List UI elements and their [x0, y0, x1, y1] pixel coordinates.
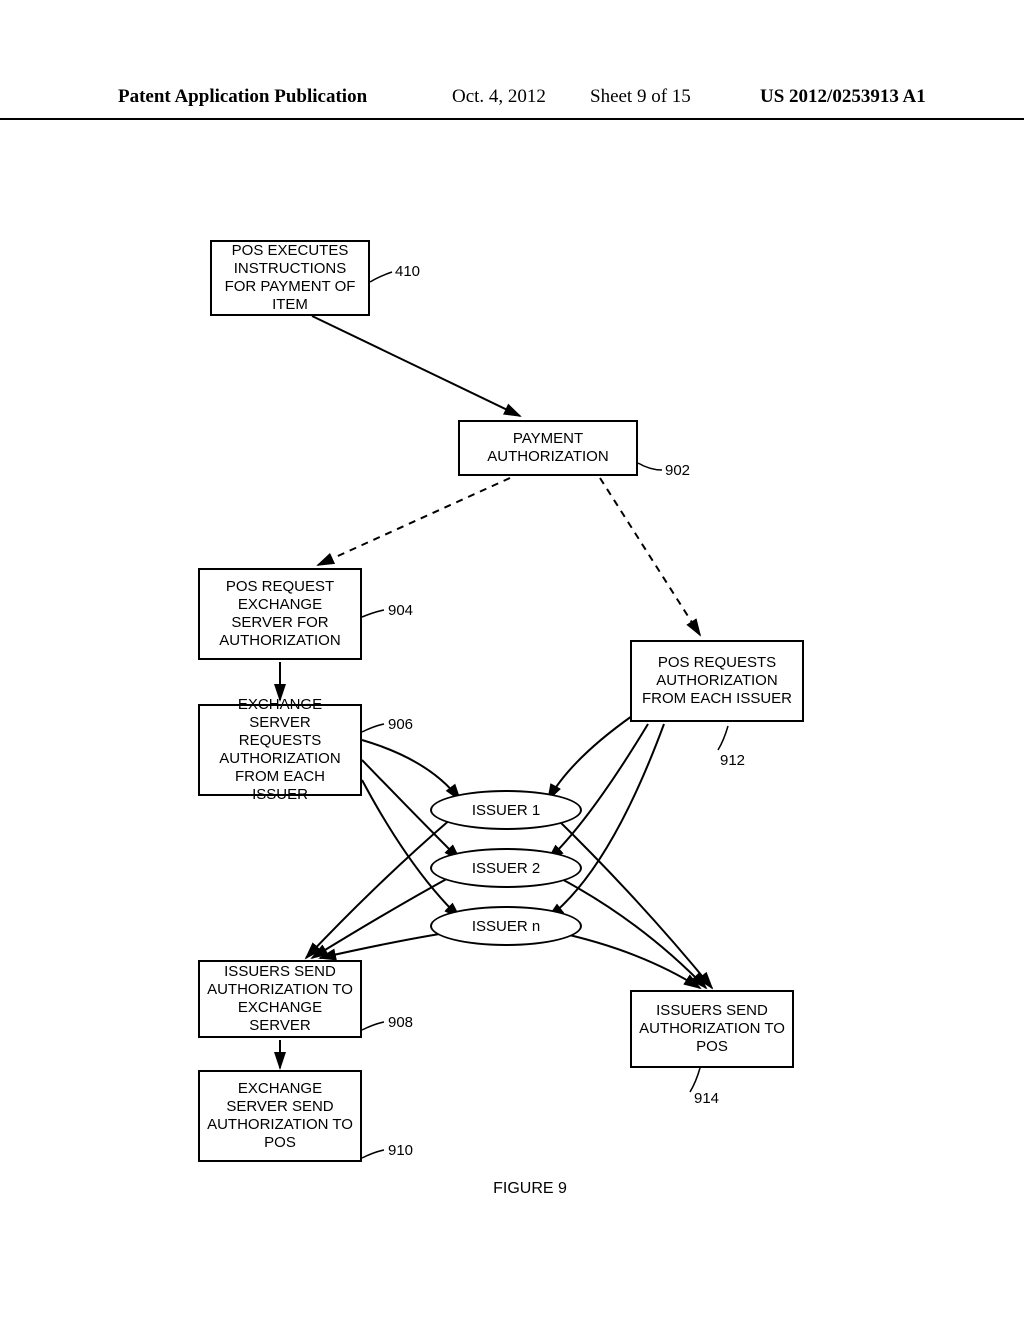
- ref-906: 906: [388, 716, 413, 733]
- header-date: Oct. 4, 2012: [452, 86, 546, 108]
- ref-912: 912: [720, 752, 745, 769]
- node-pos-requests-each-issuer: POS REQUESTS AUTHORIZATION FROM EACH ISS…: [630, 640, 804, 722]
- figure-caption: FIGURE 9: [430, 1180, 630, 1198]
- header-sheet: Sheet 9 of 15: [590, 86, 691, 108]
- header-pubno: US 2012/0253913 A1: [760, 86, 926, 108]
- ref-410: 410: [395, 263, 420, 280]
- ref-910: 910: [388, 1142, 413, 1159]
- page-header: Patent Application Publication Oct. 4, 2…: [0, 86, 1024, 120]
- ref-908: 908: [388, 1014, 413, 1031]
- ellipse-issuer-1: ISSUER 1: [430, 790, 582, 830]
- node-exchange-requests: EXCHANGE SERVER REQUESTS AUTHORIZATION F…: [198, 704, 362, 796]
- node-issuers-to-pos: ISSUERS SEND AUTHORIZATION TO POS: [630, 990, 794, 1068]
- node-issuers-to-exchange: ISSUERS SEND AUTHORIZATION TO EXCHANGE S…: [198, 960, 362, 1038]
- node-exchange-to-pos: EXCHANGE SERVER SEND AUTHORIZATION TO PO…: [198, 1070, 362, 1162]
- node-pos-executes: POS EXECUTES INSTRUCTIONS FOR PAYMENT OF…: [210, 240, 370, 316]
- node-payment-authorization: PAYMENT AUTHORIZATION: [458, 420, 638, 476]
- header-left: Patent Application Publication: [118, 86, 367, 108]
- ellipse-issuer-n: ISSUER n: [430, 906, 582, 946]
- ref-914: 914: [694, 1090, 719, 1107]
- node-pos-request-exchange: POS REQUEST EXCHANGE SERVER FOR AUTHORIZ…: [198, 568, 362, 660]
- ref-904: 904: [388, 602, 413, 619]
- ref-902: 902: [665, 462, 690, 479]
- connectors: [0, 0, 1024, 1320]
- ellipse-issuer-2: ISSUER 2: [430, 848, 582, 888]
- page: Patent Application Publication Oct. 4, 2…: [0, 0, 1024, 1320]
